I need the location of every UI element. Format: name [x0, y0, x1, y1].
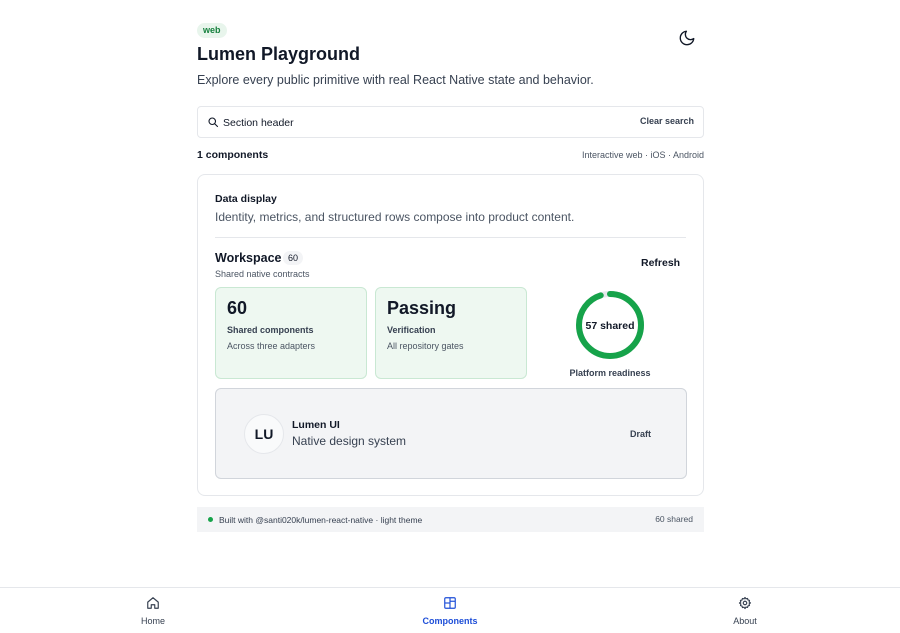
progress-caption: Platform readiness — [569, 368, 651, 378]
card-description: Identity, metrics, and structured rows c… — [215, 210, 575, 224]
avatar: LU — [244, 414, 284, 454]
results-count: 1 components — [197, 149, 269, 161]
status-badge: Draft — [630, 429, 652, 439]
section-title: Workspace — [215, 251, 282, 265]
profile-role: Native design system — [292, 434, 407, 448]
profile-row: LU Lumen UI Native design system Draft — [215, 388, 687, 479]
search-box: Clear search — [197, 106, 704, 138]
platform-badge: web — [197, 23, 227, 38]
stat-label: Verification — [387, 325, 436, 335]
card-category: Data display — [215, 193, 277, 205]
tab-components[interactable]: Components — [390, 588, 510, 633]
tab-label: Home — [140, 616, 165, 626]
stat-label: Shared components — [227, 325, 314, 335]
clear-search-button[interactable]: Clear search — [640, 116, 694, 126]
platform-list: Interactive web · iOS · Android — [581, 150, 704, 160]
stat-card-components: 60 Shared components Across three adapte… — [215, 287, 367, 379]
page-title: Lumen Playground — [197, 44, 361, 64]
search-input[interactable] — [223, 113, 603, 133]
section-count-badge: 60 — [283, 251, 304, 265]
theme-toggle-button[interactable] — [678, 29, 696, 47]
tab-label: About — [733, 616, 757, 626]
status-dot-icon — [208, 517, 213, 522]
progress-ring-label: 57 shared — [585, 320, 634, 332]
components-icon — [444, 597, 456, 609]
stat-note: All repository gates — [387, 341, 464, 351]
page-subtitle: Explore every public primitive with real… — [197, 73, 594, 87]
refresh-button[interactable]: Refresh — [641, 257, 680, 269]
search-icon — [208, 117, 219, 128]
profile-name: Lumen UI — [292, 419, 340, 431]
stat-value: 60 — [227, 298, 248, 318]
tab-home[interactable]: Home — [93, 588, 213, 633]
stat-note: Across three adapters — [227, 341, 316, 351]
footer-bar: Built with @santi020k/lumen-react-native… — [197, 507, 704, 532]
shared-count: 60 shared — [655, 514, 693, 524]
section-subtitle: Shared native contracts — [215, 269, 310, 279]
bottom-tab-bar: Home Components About — [0, 587, 900, 633]
stat-card-verification: Passing Verification All repository gate… — [375, 287, 527, 379]
gear-icon — [738, 596, 752, 610]
tab-label: Components — [422, 616, 478, 626]
divider — [215, 237, 686, 238]
component-card: Data display Identity, metrics, and stru… — [197, 174, 704, 496]
progress-ring: 57 shared — [576, 291, 644, 359]
moon-icon — [679, 30, 695, 46]
stat-value: Passing — [387, 298, 457, 318]
tab-about[interactable]: About — [685, 588, 805, 633]
built-with-text: Built with @santi020k/lumen-react-native… — [219, 515, 423, 525]
home-icon — [147, 597, 159, 609]
